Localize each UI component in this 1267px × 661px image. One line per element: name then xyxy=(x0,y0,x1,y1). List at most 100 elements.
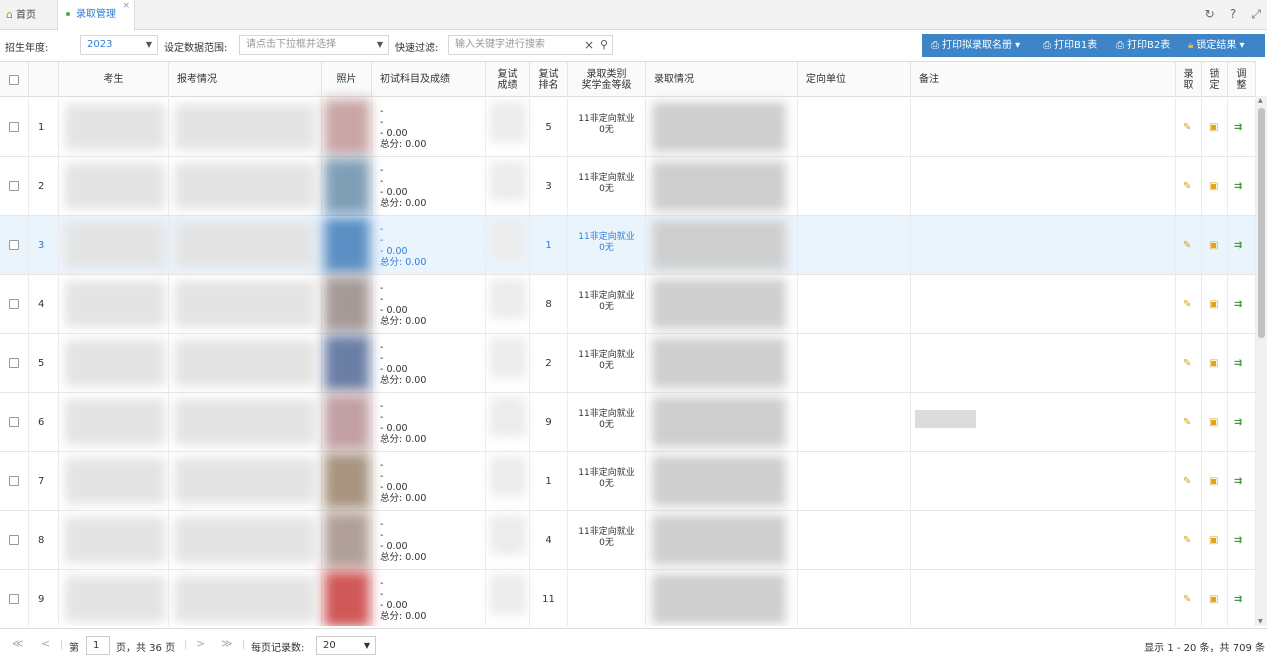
expand-icon[interactable]: ⤢ xyxy=(1251,7,1261,22)
scholarship-level: 0无 xyxy=(599,125,614,135)
student-cell[interactable] xyxy=(59,452,169,510)
edit-pencil-icon[interactable]: ✎ xyxy=(1183,358,1191,369)
lock-icon[interactable]: ▣ xyxy=(1209,240,1218,251)
header-note[interactable]: 备注 xyxy=(911,62,1176,97)
edit-pencil-icon[interactable]: ✎ xyxy=(1183,122,1191,133)
adjust-arrows-icon[interactable]: ⇉ xyxy=(1234,476,1242,487)
help-icon[interactable]: ? xyxy=(1230,7,1236,21)
table-row[interactable]: 9 - - - 0.00 总分: 0.00 11 ✎ ▣ ⇉ xyxy=(0,570,1256,626)
lock-icon[interactable]: ▣ xyxy=(1209,417,1218,428)
lock-icon[interactable]: ▣ xyxy=(1209,535,1218,546)
edit-pencil-icon[interactable]: ✎ xyxy=(1183,535,1191,546)
adjust-arrows-icon[interactable]: ⇉ xyxy=(1234,535,1242,546)
retest-rank: 9 xyxy=(530,393,568,451)
lock-icon[interactable]: ▣ xyxy=(1209,594,1218,605)
lock-icon[interactable]: ▣ xyxy=(1209,299,1218,310)
edit-pencil-icon[interactable]: ✎ xyxy=(1183,181,1191,192)
table-row[interactable]: 1 - - - 0.00 总分: 0.00 5 11非定向就业 0无 ✎ ▣ ⇉ xyxy=(0,98,1256,157)
table-row[interactable]: 8 - - - 0.00 总分: 0.00 4 11非定向就业 0无 ✎ ▣ ⇉ xyxy=(0,511,1256,570)
adjust-arrows-icon[interactable]: ⇉ xyxy=(1234,358,1242,369)
header-index xyxy=(29,62,59,97)
unit-cell xyxy=(798,511,911,569)
edit-pencil-icon[interactable]: ✎ xyxy=(1183,417,1191,428)
print-b1-button[interactable]: ⎙ 打印B1表 xyxy=(1043,34,1097,57)
edit-pencil-icon[interactable]: ✎ xyxy=(1183,476,1191,487)
print-b2-button[interactable]: ⎙ 打印B2表 xyxy=(1116,34,1170,57)
header-initial[interactable]: 初试科目及成绩 xyxy=(372,62,486,97)
next-page-icon[interactable]: > xyxy=(196,637,205,650)
header-student[interactable]: 考生 xyxy=(59,62,169,97)
table-row[interactable]: 3 - - - 0.00 总分: 0.00 1 11非定向就业 0无 ✎ ▣ ⇉ xyxy=(0,216,1256,275)
row-checkbox[interactable] xyxy=(9,122,19,132)
adjust-arrows-icon[interactable]: ⇉ xyxy=(1234,240,1242,251)
row-checkbox[interactable] xyxy=(9,594,19,604)
search-icon[interactable]: ⚲ xyxy=(600,36,608,54)
student-cell[interactable] xyxy=(59,98,169,156)
edit-pencil-icon[interactable]: ✎ xyxy=(1183,240,1191,251)
student-cell[interactable] xyxy=(59,216,169,274)
row-checkbox[interactable] xyxy=(9,476,19,486)
prev-page-icon[interactable]: < xyxy=(41,637,50,650)
year-select[interactable]: 2023 ▼ xyxy=(80,35,158,55)
row-checkbox[interactable] xyxy=(9,535,19,545)
student-cell[interactable] xyxy=(59,511,169,569)
adjust-arrows-icon[interactable]: ⇉ xyxy=(1234,122,1242,133)
adjust-arrows-icon[interactable]: ⇉ xyxy=(1234,299,1242,310)
tab-close-icon[interactable]: × xyxy=(122,0,130,21)
edit-pencil-icon[interactable]: ✎ xyxy=(1183,299,1191,310)
printer-icon: ⎙ xyxy=(931,40,939,51)
select-all-checkbox[interactable] xyxy=(9,74,19,85)
tab-admission-management[interactable]: 录取管理 × xyxy=(57,0,135,31)
lock-icon[interactable]: ▣ xyxy=(1209,476,1218,487)
adjust-arrows-icon[interactable]: ⇉ xyxy=(1234,417,1242,428)
vertical-scrollbar[interactable]: ▲ ▼ xyxy=(1256,96,1267,626)
lock-icon[interactable]: ▣ xyxy=(1209,358,1218,369)
initial-subject-score: - 0.00 xyxy=(380,482,408,493)
adjust-arrows-icon[interactable]: ⇉ xyxy=(1234,181,1242,192)
row-checkbox[interactable] xyxy=(9,240,19,250)
scroll-down-icon[interactable]: ▼ xyxy=(1258,618,1263,625)
student-cell[interactable] xyxy=(59,393,169,451)
search-input[interactable]: 输入关键字进行搜索 × ⚲ xyxy=(448,35,613,55)
edit-pencil-icon[interactable]: ✎ xyxy=(1183,594,1191,605)
range-select[interactable]: 请点击下拉框并选择 ▼ xyxy=(239,35,389,55)
student-cell[interactable] xyxy=(59,570,169,626)
last-page-icon[interactable]: ≫ xyxy=(221,637,233,650)
lock-icon[interactable]: ▣ xyxy=(1209,122,1218,133)
apply-cell xyxy=(169,216,322,274)
row-index: 6 xyxy=(29,393,59,451)
header-retest-score[interactable]: 复试 成绩 xyxy=(486,62,530,97)
admit-action-cell: ✎ xyxy=(1176,570,1202,626)
header-admission[interactable]: 录取情况 xyxy=(646,62,798,97)
header-apply[interactable]: 报考情况 xyxy=(169,62,322,97)
print-admission-list-button[interactable]: ⎙ 打印拟录取名册 ▾ xyxy=(931,34,1020,57)
per-page-select[interactable]: 20 ▼ xyxy=(316,636,376,655)
row-checkbox[interactable] xyxy=(9,417,19,427)
header-unit[interactable]: 定向单位 xyxy=(798,62,911,97)
header-photo: 照片 xyxy=(322,62,372,97)
adjust-arrows-icon[interactable]: ⇉ xyxy=(1234,594,1242,605)
table-row[interactable]: 6 - - - 0.00 总分: 0.00 9 11非定向就业 0无 ✎ ▣ ⇉ xyxy=(0,393,1256,452)
lock-icon[interactable]: ▣ xyxy=(1209,181,1218,192)
row-checkbox[interactable] xyxy=(9,299,19,309)
table-row[interactable]: 7 - - - 0.00 总分: 0.00 1 11非定向就业 0无 ✎ ▣ ⇉ xyxy=(0,452,1256,511)
refresh-icon[interactable]: ↻ xyxy=(1205,7,1215,21)
student-cell[interactable] xyxy=(59,157,169,215)
student-cell[interactable] xyxy=(59,334,169,392)
scrollbar-thumb[interactable] xyxy=(1258,108,1265,338)
student-photo xyxy=(324,512,370,568)
first-page-icon[interactable]: ≪ xyxy=(12,637,24,650)
clear-icon[interactable]: × xyxy=(584,36,594,54)
tab-home[interactable]: ⌂ 首页 xyxy=(6,0,36,30)
scroll-up-icon[interactable]: ▲ xyxy=(1258,97,1263,104)
table-row[interactable]: 4 - - - 0.00 总分: 0.00 8 11非定向就业 0无 ✎ ▣ ⇉ xyxy=(0,275,1256,334)
table-row[interactable]: 2 - - - 0.00 总分: 0.00 3 11非定向就业 0无 ✎ ▣ ⇉ xyxy=(0,157,1256,216)
table-row[interactable]: 5 - - - 0.00 总分: 0.00 2 11非定向就业 0无 ✎ ▣ ⇉ xyxy=(0,334,1256,393)
row-checkbox[interactable] xyxy=(9,358,19,368)
page-number-input[interactable]: 1 xyxy=(86,636,110,655)
student-cell[interactable] xyxy=(59,275,169,333)
lock-results-button[interactable]: 🔒︎ 锁定结果 ▾ xyxy=(1188,34,1245,57)
header-retest-rank[interactable]: 复试 排名 xyxy=(530,62,568,97)
header-category[interactable]: 录取类别 奖学金等级 xyxy=(568,62,646,97)
row-checkbox[interactable] xyxy=(9,181,19,191)
